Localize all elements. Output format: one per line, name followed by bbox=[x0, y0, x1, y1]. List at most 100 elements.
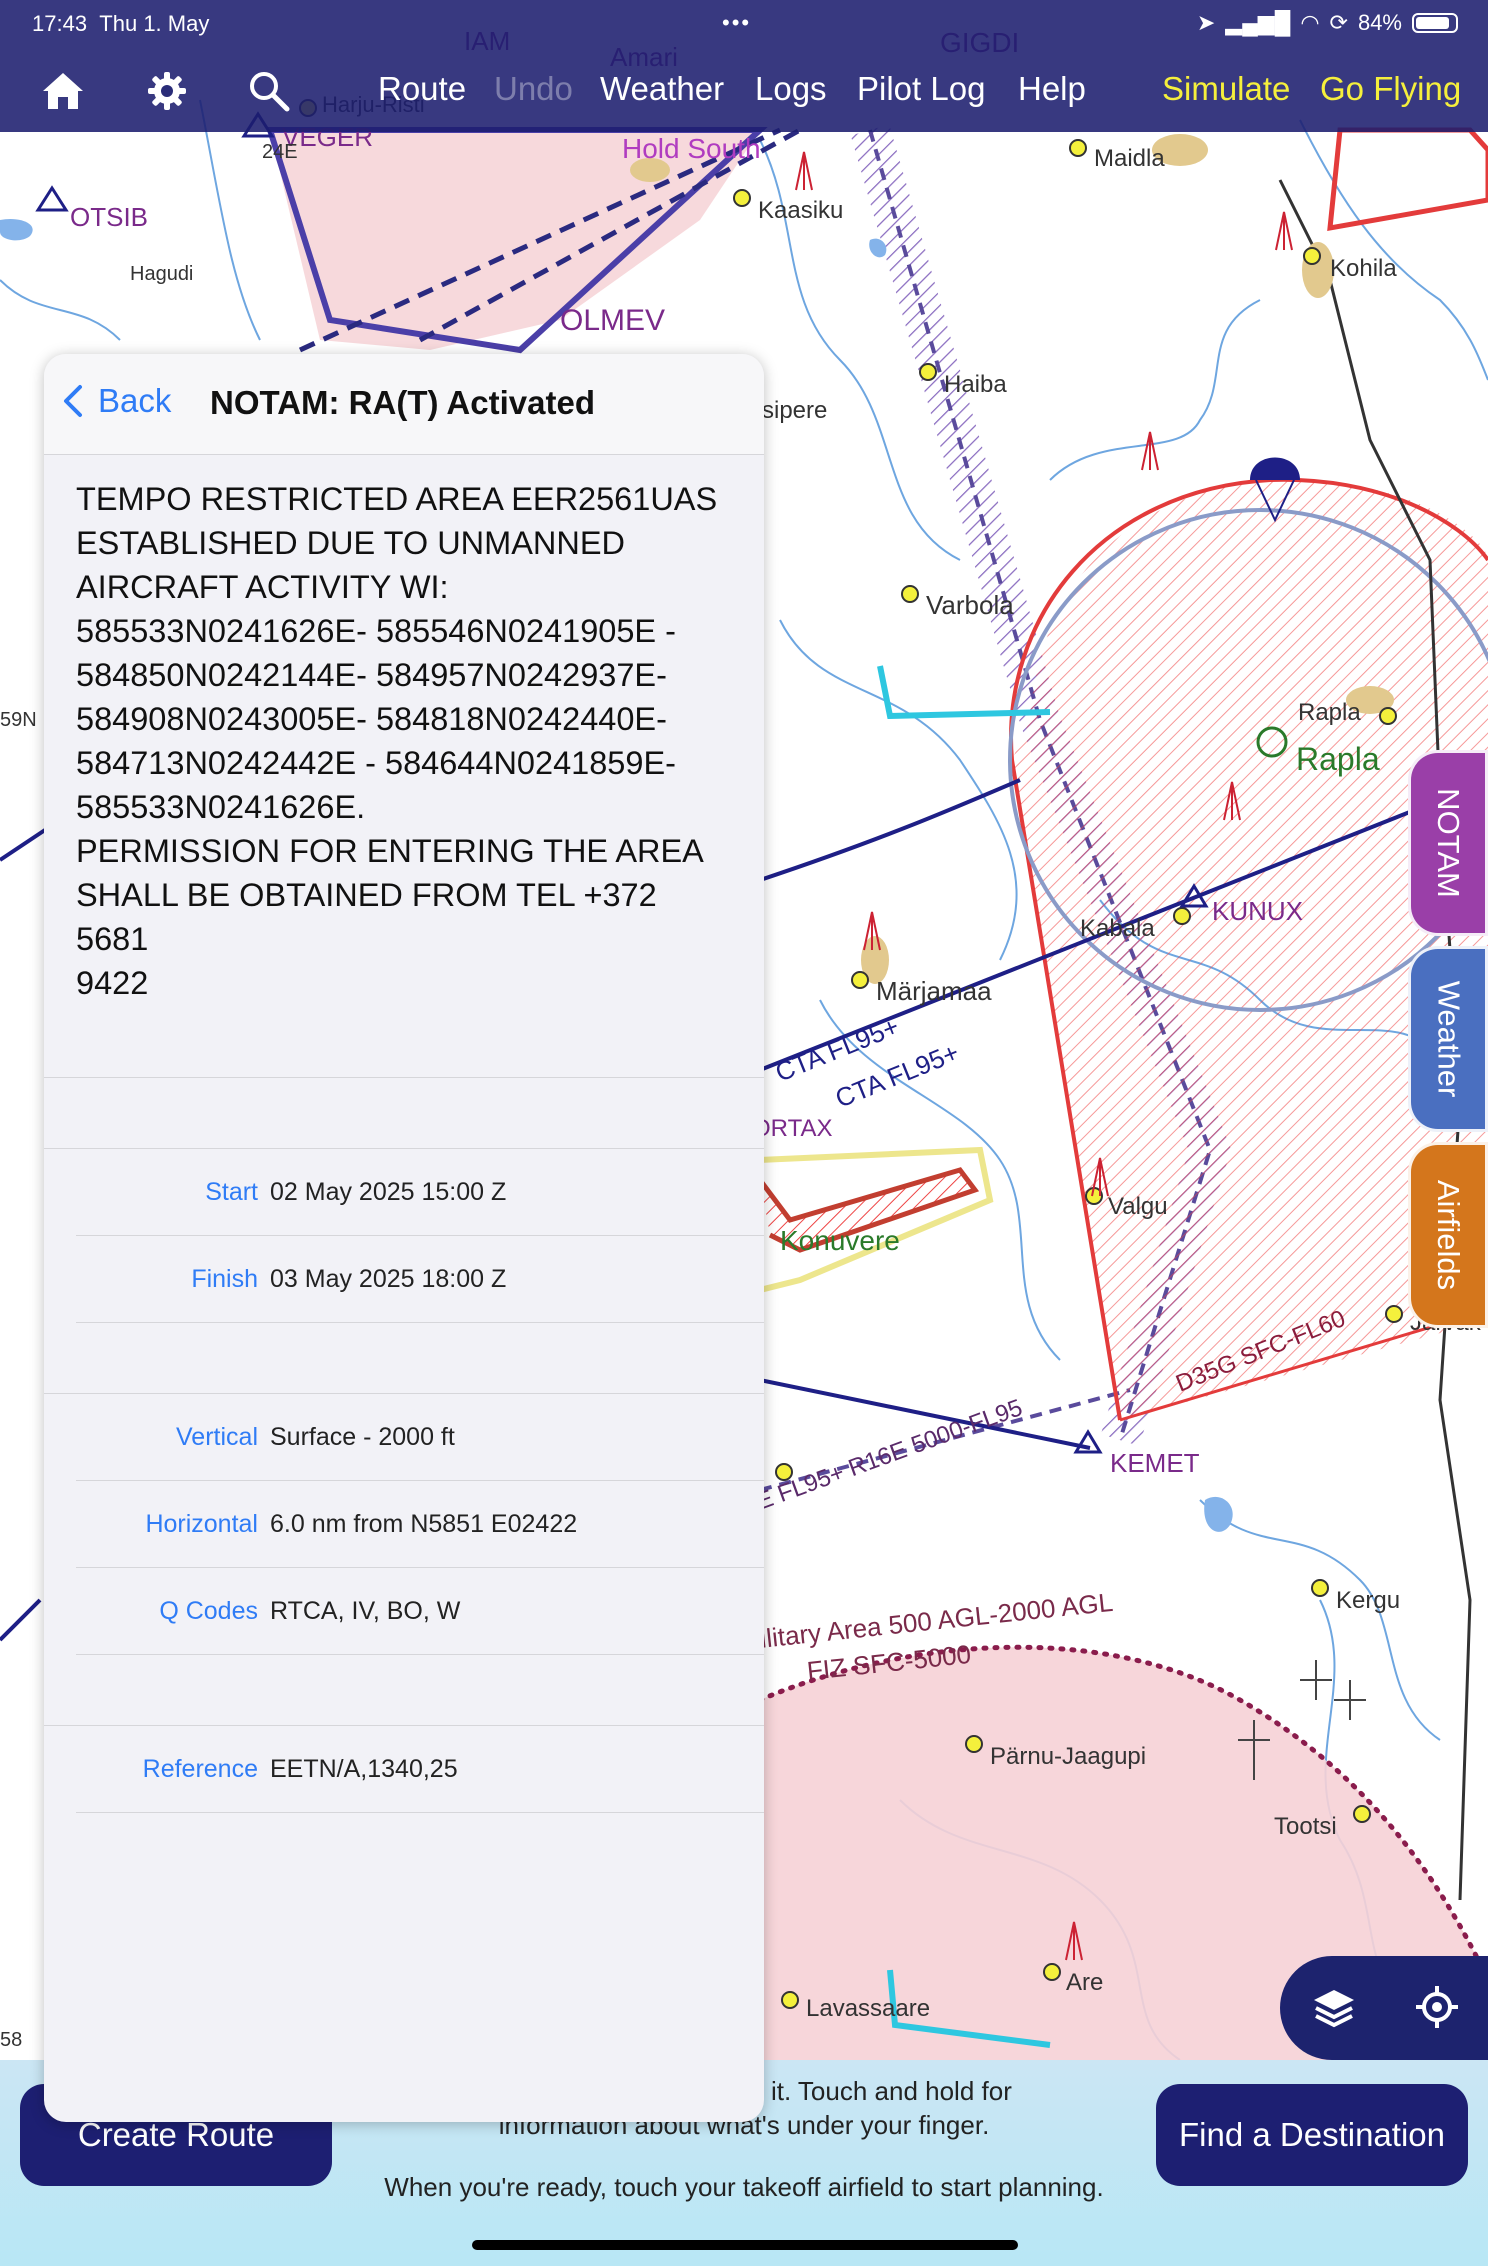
back-label: Back bbox=[98, 382, 172, 419]
nav-weather[interactable]: Weather bbox=[600, 70, 724, 108]
nav-route[interactable]: Route bbox=[378, 70, 466, 108]
detail-start: Start 02 May 2025 15:00 Z bbox=[76, 1149, 764, 1236]
notam-line: SHALL BE OBTAINED FROM TEL +372 bbox=[76, 877, 657, 913]
notam-line: 584713N0242442E - 584644N0241859E- bbox=[76, 745, 676, 781]
notam-line: 5681 bbox=[76, 921, 149, 957]
notam-line: 9422 bbox=[76, 965, 149, 1001]
map-label: Konuvere bbox=[780, 1225, 900, 1256]
map-label: OTSIB bbox=[70, 202, 148, 232]
location-arrow-icon: ➤ bbox=[1196, 10, 1216, 35]
find-destination-button[interactable]: Find a Destination bbox=[1156, 2084, 1468, 2186]
map-label: Haiba bbox=[944, 371, 1007, 398]
main-nav: Route Undo Weather Logs Pilot Log Help S… bbox=[0, 60, 1488, 120]
tab-airfields-label: Airfields bbox=[1431, 1179, 1467, 1291]
map-label: Maidla bbox=[1094, 145, 1165, 172]
map-label: Kergu bbox=[1336, 1587, 1400, 1614]
detail-finish: Finish 03 May 2025 18:00 Z bbox=[76, 1236, 764, 1323]
notam-line: TEMPO RESTRICTED AREA EER2561UAS bbox=[76, 481, 718, 517]
map-label: Hold South bbox=[622, 133, 761, 164]
location-crosshair-icon[interactable] bbox=[1414, 1984, 1460, 2035]
panel-title: NOTAM: RA(T) Activated bbox=[210, 384, 595, 421]
detail-label: Reference bbox=[142, 1754, 258, 1783]
layers-icon[interactable] bbox=[1310, 1986, 1358, 2035]
notam-line: ESTABLISHED DUE TO UNMANNED bbox=[76, 525, 625, 561]
detail-label: Horizontal bbox=[145, 1509, 258, 1538]
map-label: ORTAX bbox=[752, 1115, 832, 1142]
map-label: Pärnu-Jaagupi bbox=[990, 1743, 1146, 1770]
tab-notam[interactable]: NOTAM bbox=[1408, 750, 1488, 936]
tab-airfields[interactable]: Airfields bbox=[1408, 1142, 1488, 1328]
map-label: Hagudi bbox=[130, 263, 193, 285]
battery-percent: 84% bbox=[1357, 10, 1402, 35]
panel-header: Back NOTAM: RA(T) Activated bbox=[44, 354, 764, 455]
map-label: Kohila bbox=[1330, 255, 1397, 282]
detail-reference: Reference EETN/A,1340,25 bbox=[76, 1726, 764, 1813]
gear-icon[interactable] bbox=[142, 66, 192, 116]
map-label-rapla-airfield[interactable]: Rapla bbox=[1296, 741, 1380, 777]
detail-value: 02 May 2025 15:00 Z bbox=[270, 1177, 507, 1206]
notam-line: 585533N0241626E. bbox=[76, 789, 366, 825]
map-controls bbox=[1280, 1956, 1488, 2060]
tab-notam-label: NOTAM bbox=[1431, 788, 1467, 898]
map-label: Valgu bbox=[1108, 1193, 1168, 1220]
simulate-button[interactable]: Simulate bbox=[1162, 70, 1290, 108]
map-label: Kaasiku bbox=[758, 197, 843, 224]
go-flying-button[interactable]: Go Flying bbox=[1320, 70, 1461, 108]
detail-label: Vertical bbox=[176, 1422, 258, 1451]
nav-logs[interactable]: Logs bbox=[755, 70, 827, 108]
notam-line: AIRCRAFT ACTIVITY WI: bbox=[76, 569, 449, 605]
map-label: 59N bbox=[0, 709, 37, 731]
map-label: Tootsi bbox=[1274, 1813, 1337, 1840]
chevron-left-icon bbox=[64, 385, 82, 417]
multitask-dots[interactable]: ••• bbox=[722, 10, 751, 36]
battery-icon bbox=[1412, 13, 1458, 33]
date: Thu 1. May bbox=[99, 11, 210, 36]
notam-line: 584850N0242144E- 584957N0242937E- bbox=[76, 657, 667, 693]
detail-qcodes: Q Codes RTCA, IV, BO, W bbox=[76, 1568, 764, 1655]
detail-value: 03 May 2025 18:00 Z bbox=[270, 1264, 507, 1293]
notam-panel: Back NOTAM: RA(T) Activated TEMPO RESTRI… bbox=[44, 354, 764, 2122]
notam-line: PERMISSION FOR ENTERING THE AREA bbox=[76, 833, 704, 869]
detail-value: Surface - 2000 ft bbox=[270, 1422, 455, 1451]
detail-value: RTCA, IV, BO, W bbox=[270, 1596, 461, 1625]
wifi-icon: ◠ bbox=[1300, 10, 1320, 35]
rotation-lock-icon: ⟳ bbox=[1329, 10, 1348, 35]
detail-label: Start bbox=[205, 1177, 258, 1206]
nav-pilot-log[interactable]: Pilot Log bbox=[857, 70, 985, 108]
detail-value: 6.0 nm from N5851 E02422 bbox=[270, 1509, 578, 1538]
cellular-signal-icon: ▂▄▆█ bbox=[1225, 10, 1291, 35]
status-bar: 17:43 Thu 1. May ••• ➤ ▂▄▆█ ◠ ⟳ 84% bbox=[0, 0, 1488, 48]
map-label: 24E bbox=[262, 141, 298, 163]
detail-vertical: Vertical Surface - 2000 ft bbox=[76, 1394, 764, 1481]
clock: 17:43 bbox=[32, 11, 88, 36]
nav-undo[interactable]: Undo bbox=[494, 70, 573, 108]
detail-label: Finish bbox=[191, 1264, 258, 1293]
tab-weather[interactable]: Weather bbox=[1408, 946, 1488, 1132]
home-icon[interactable] bbox=[38, 66, 88, 116]
home-indicator[interactable] bbox=[472, 2240, 1018, 2250]
back-button[interactable]: Back bbox=[60, 382, 171, 420]
map-label: Are bbox=[1066, 1969, 1103, 1996]
map-label: Märjamaa bbox=[876, 976, 992, 1006]
search-icon[interactable] bbox=[244, 66, 294, 116]
status-right: ➤ ▂▄▆█ ◠ ⟳ 84% bbox=[1197, 10, 1458, 36]
map-label: Lavassaare bbox=[806, 1995, 930, 2022]
map-label: Varbola bbox=[926, 590, 1014, 620]
map-label: Kabala bbox=[1080, 915, 1155, 942]
hint-line: When you're ready, touch your takeoff ai… bbox=[384, 2172, 1104, 2202]
notam-text: TEMPO RESTRICTED AREA EER2561UAS ESTABLI… bbox=[44, 455, 764, 1077]
status-time: 17:43 Thu 1. May bbox=[32, 11, 209, 37]
notam-line: 584908N0243005E- 584818N0242440E- bbox=[76, 701, 667, 737]
detail-horizontal: Horizontal 6.0 nm from N5851 E02422 bbox=[76, 1481, 764, 1568]
map-label: sipere bbox=[762, 397, 827, 424]
detail-label: Q Codes bbox=[159, 1596, 258, 1625]
tab-weather-label: Weather bbox=[1431, 980, 1467, 1098]
nav-help[interactable]: Help bbox=[1018, 70, 1086, 108]
map-label: 58 bbox=[0, 2029, 22, 2051]
map-label: KEMET bbox=[1110, 1448, 1200, 1478]
map-label: KUNUX bbox=[1212, 896, 1303, 926]
map-label: OLMEV bbox=[560, 304, 665, 337]
detail-value: EETN/A,1340,25 bbox=[270, 1754, 458, 1783]
map-label: Rapla bbox=[1298, 699, 1361, 726]
notam-line: 585533N0241626E- 585546N0241905E - bbox=[76, 613, 676, 649]
